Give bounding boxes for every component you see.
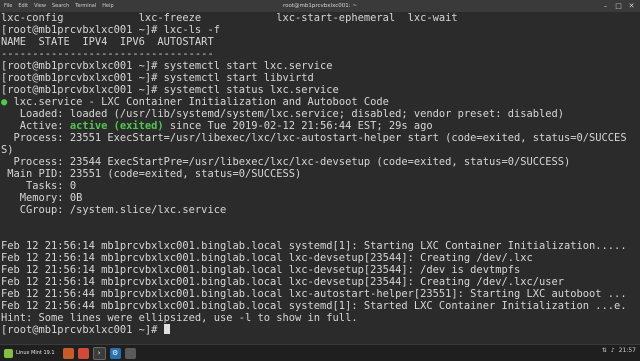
system-tray: ⇅ ♪ 21:57 [602, 347, 636, 354]
firefox-icon[interactable] [77, 347, 89, 359]
text-cursor [163, 324, 170, 334]
terminal-line: ---------------------------------- [1, 48, 214, 60]
terminal-line: NAME STATE IPV4 IPV6 AUTOSTART [1, 36, 214, 48]
terminal-line: lxc-config lxc-freeze lxc-start-ephemera… [1, 12, 458, 24]
active-status: active (exited) [69, 120, 164, 132]
launcher-bar: › ⚙ [62, 346, 136, 360]
taskbar: Linux Mint 19.1 › ⚙ ⇅ ♪ 21:57 [0, 344, 640, 361]
active-since: since Tue 2019-02-12 21:56:44 EST; 29s a… [163, 120, 433, 132]
terminal-line: Feb 12 21:56:14 mb1prcvbxlxc001.binglab.… [1, 276, 565, 288]
terminal-line: Process: 23551 ExecStart=/usr/libexec/lx… [1, 132, 627, 144]
clock[interactable]: 21:57 [619, 347, 636, 354]
terminal-line-active: Active: active (exited) since Tue 2019-0… [1, 120, 433, 132]
terminal-line: [root@mb1prcvbxlxc001 ~]# systemctl star… [1, 60, 333, 72]
window-controls: – □ ✕ [601, 1, 636, 10]
start-menu-label: Linux Mint 19.1 [16, 350, 55, 356]
terminal-line: Feb 12 21:56:44 mb1prcvbxlxc001.binglab.… [1, 300, 627, 312]
app-icon[interactable] [124, 347, 136, 359]
menu-help[interactable]: Help [102, 3, 113, 9]
terminal-line: CGroup: /system.slice/lxc.service [1, 204, 227, 216]
menu-bar: File Edit View Search Terminal Help [0, 3, 114, 9]
terminal-line: Loaded: loaded (/usr/lib/systemd/system/… [1, 108, 565, 120]
terminal-line: [root@mb1prcvbxlxc001 ~]# systemctl stat… [1, 84, 339, 96]
shell-prompt: [root@mb1prcvbxlxc001 ~]# [1, 324, 164, 336]
terminal-line: [root@mb1prcvbxlxc001 ~]# systemctl star… [1, 72, 314, 84]
menu-terminal[interactable]: Terminal [75, 3, 96, 9]
terminal-line: Feb 12 21:56:44 mb1prcvbxlxc001.binglab.… [1, 288, 627, 300]
terminal-line-service-header: ● lxc.service - LXC Container Initializa… [1, 96, 389, 108]
menu-view[interactable]: View [34, 3, 46, 9]
volume-icon[interactable]: ♪ [611, 347, 615, 354]
maximize-button[interactable]: □ [614, 1, 623, 10]
terminal-line: Hint: Some lines were ellipsized, use -l… [1, 312, 358, 324]
settings-icon[interactable]: ⚙ [109, 347, 121, 359]
menu-edit[interactable]: Edit [18, 3, 28, 9]
terminal-line: S) [1, 144, 14, 156]
terminal-line: Feb 12 21:56:14 mb1prcvbxlxc001.binglab.… [1, 240, 627, 252]
close-button[interactable]: ✕ [627, 1, 636, 10]
files-icon[interactable] [62, 347, 74, 359]
terminal-prompt-line[interactable]: [root@mb1prcvbxlxc001 ~]# [1, 324, 170, 336]
terminal-output[interactable]: lxc-config lxc-freeze lxc-start-ephemera… [0, 12, 640, 344]
terminal-line: Feb 12 21:56:14 mb1prcvbxlxc001.binglab.… [1, 252, 533, 264]
active-label: Active: [1, 120, 70, 132]
service-header-text: lxc.service - LXC Container Initializati… [7, 96, 389, 108]
terminal-line: Memory: 0B [1, 192, 83, 204]
terminal-icon[interactable]: › [92, 346, 106, 360]
terminal-line: Tasks: 0 [1, 180, 77, 192]
minimize-button[interactable]: – [601, 1, 610, 10]
terminal-line: Feb 12 21:56:14 mb1prcvbxlxc001.binglab.… [1, 264, 521, 276]
start-menu-button[interactable]: Linux Mint 19.1 [0, 345, 59, 361]
menu-search[interactable]: Search [52, 3, 69, 9]
terminal-line: Process: 23544 ExecStartPre=/usr/libexec… [1, 156, 571, 168]
network-icon[interactable]: ⇅ [602, 347, 607, 354]
menu-file[interactable]: File [4, 3, 12, 9]
mint-logo-icon [4, 348, 13, 358]
terminal-line: Main PID: 23551 (code=exited, status=0/S… [1, 168, 302, 180]
terminal-line: [root@mb1prcvbxlxc001 ~]# lxc-ls -f [1, 24, 220, 36]
